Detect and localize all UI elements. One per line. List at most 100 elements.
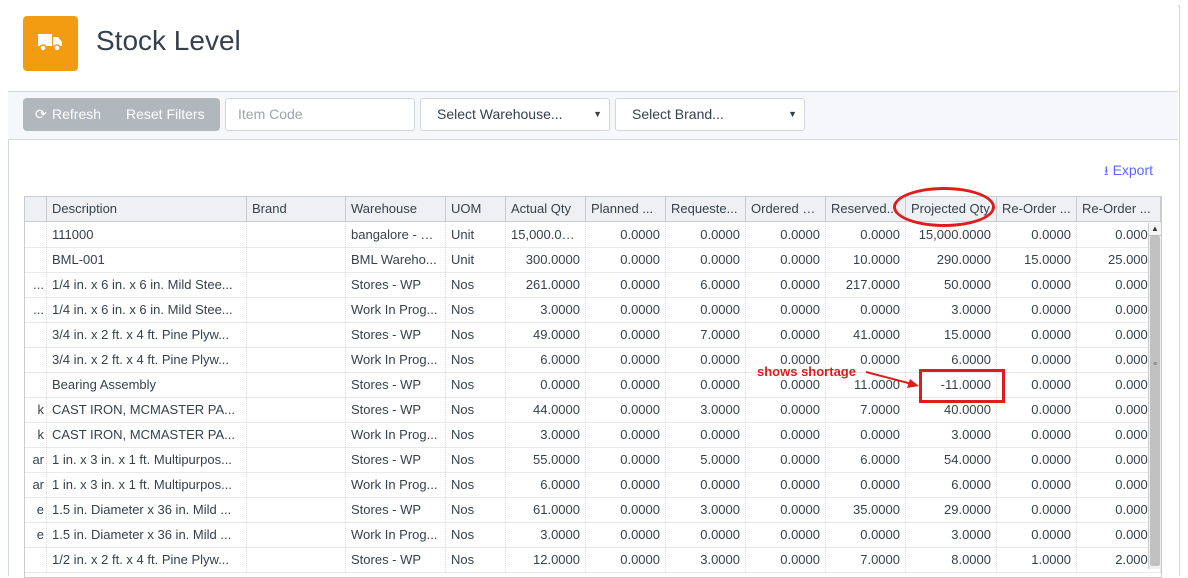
table-cell[interactable]: 7.0000 (826, 547, 906, 572)
table-cell[interactable]: 0.0000 (666, 347, 746, 372)
table-cell[interactable]: 61.0000 (506, 497, 586, 522)
table-cell[interactable]: 6.0000 (826, 447, 906, 472)
column-header[interactable]: Warehouse (346, 197, 446, 221)
table-cell[interactable]: 0.0000 (997, 272, 1077, 297)
table-cell[interactable]: Work In Prog... (346, 522, 446, 547)
table-cell[interactable] (247, 372, 346, 397)
table-cell[interactable]: 3.0000 (506, 297, 586, 322)
table-cell[interactable]: Nos (446, 372, 506, 397)
table-cell[interactable]: 0.0000 (666, 472, 746, 497)
table-cell[interactable]: 0.0000 (997, 447, 1077, 472)
table-cell[interactable]: CAST IRON, MCMASTER PA... (47, 397, 247, 422)
table-cell[interactable]: 5.0000 (666, 447, 746, 472)
table-cell[interactable]: 0.0000 (586, 497, 666, 522)
table-cell[interactable]: 44.0000 (506, 397, 586, 422)
table-row[interactable]: e 1.5 in. Diameter x 36 in. Mild ... Work … (25, 522, 1161, 548)
table-cell[interactable]: Unit (446, 222, 506, 247)
table-cell[interactable]: 0.0000 (826, 522, 906, 547)
table-cell[interactable]: Nos (446, 472, 506, 497)
table-cell[interactable]: 0.0000 (666, 422, 746, 447)
table-row[interactable]: ar 1 in. x 3 in. x 1 ft. Multipurpos... Wo… (25, 472, 1161, 498)
table-cell[interactable]: bangalore - WP (346, 222, 446, 247)
table-cell[interactable]: 6.0000 (506, 472, 586, 497)
table-cell[interactable]: 0.0000 (746, 272, 826, 297)
table-cell[interactable]: 0.0000 (746, 322, 826, 347)
table-cell[interactable]: 0.0000 (746, 397, 826, 422)
table-cell[interactable]: 55.0000 (506, 447, 586, 472)
table-cell[interactable]: 0.0000 (997, 472, 1077, 497)
table-cell[interactable]: 0.0000 (586, 222, 666, 247)
table-cell[interactable]: 7.0000 (826, 397, 906, 422)
table-cell[interactable]: 0.0000 (997, 422, 1077, 447)
table-cell[interactable]: 1.0000 (997, 547, 1077, 572)
table-cell[interactable]: 0.0000 (746, 247, 826, 272)
table-row[interactable]: 3/4 in. x 2 ft. x 4 ft. Pine Plyw... Work… (25, 347, 1161, 373)
table-cell[interactable]: Work In Prog... (346, 297, 446, 322)
table-cell[interactable] (247, 422, 346, 447)
table-cell[interactable]: 0.0000 (666, 222, 746, 247)
column-header[interactable]: Planned ... (586, 197, 666, 221)
table-cell[interactable]: 0.0000 (746, 547, 826, 572)
table-cell[interactable]: Nos (446, 322, 506, 347)
table-cell[interactable]: 3.0000 (506, 422, 586, 447)
table-cell[interactable]: 35.0000 (826, 497, 906, 522)
column-header[interactable]: Description (47, 197, 247, 221)
table-cell[interactable]: Work In Prog... (346, 472, 446, 497)
table-cell[interactable]: Nos (446, 497, 506, 522)
warehouse-select[interactable]: Select Warehouse... ▼ (420, 98, 610, 131)
table-cell[interactable]: 261.0000 (506, 272, 586, 297)
table-cell[interactable]: 6.0000 (906, 472, 997, 497)
table-cell[interactable]: Nos (446, 447, 506, 472)
table-cell[interactable]: 29.0000 (906, 497, 997, 522)
table-cell[interactable]: Nos (446, 522, 506, 547)
table-cell[interactable]: 15.0000 (906, 322, 997, 347)
table-row[interactable]: e 1.5 in. Diameter x 36 in. Mild ... Store… (25, 497, 1161, 523)
table-cell[interactable]: 15.0000 (997, 247, 1077, 272)
table-cell[interactable]: 290.0000 (906, 247, 997, 272)
table-cell[interactable]: 3/4 in. x 2 ft. x 4 ft. Pine Plyw... (47, 347, 247, 372)
table-cell[interactable]: 0.0000 (997, 297, 1077, 322)
table-cell[interactable]: 0.0000 (997, 222, 1077, 247)
table-cell[interactable]: 0.0000 (586, 397, 666, 422)
table-row[interactable]: 111000 bangalore - WP Unit 15,000.0000 0.000… (25, 222, 1161, 248)
table-cell[interactable]: Bearing Assembly (47, 372, 247, 397)
table-row[interactable]: 3/4 in. x 2 ft. x 4 ft. Pine Plyw... Stor… (25, 322, 1161, 348)
table-cell[interactable]: 1.5 in. Diameter x 36 in. Mild ... (47, 522, 247, 547)
table-cell[interactable]: 0.0000 (826, 472, 906, 497)
table-cell[interactable]: Nos (446, 547, 506, 572)
table-cell[interactable] (247, 272, 346, 297)
table-cell[interactable] (247, 522, 346, 547)
table-cell[interactable]: Stores - WP (346, 497, 446, 522)
table-cell[interactable]: 6.0000 (506, 347, 586, 372)
grid-scrollbar[interactable]: ▲ ≡ (1148, 223, 1161, 569)
table-cell[interactable] (247, 347, 346, 372)
table-cell[interactable]: 0.0000 (586, 422, 666, 447)
table-cell[interactable] (247, 247, 346, 272)
item-code-input[interactable] (226, 99, 408, 128)
table-cell[interactable]: Stores - WP (346, 372, 446, 397)
table-row[interactable]: ... 1/4 in. x 6 in. x 6 in. Mild Stee... W… (25, 297, 1161, 323)
table-cell[interactable]: 10.0000 (826, 247, 906, 272)
table-cell[interactable]: 3.0000 (906, 522, 997, 547)
table-cell[interactable]: 6.0000 (666, 272, 746, 297)
table-cell[interactable]: 3.0000 (906, 297, 997, 322)
table-cell[interactable]: 0.0000 (746, 522, 826, 547)
table-cell[interactable]: Stores - WP (346, 272, 446, 297)
table-cell[interactable]: 0.0000 (586, 297, 666, 322)
table-cell[interactable]: Nos (446, 397, 506, 422)
table-cell[interactable]: 0.0000 (666, 297, 746, 322)
column-header[interactable]: Projected Qty (906, 197, 997, 221)
table-cell[interactable]: Work In Prog... (346, 347, 446, 372)
export-link[interactable]: ⭳ Export (1104, 162, 1153, 184)
table-cell[interactable]: 0.0000 (826, 422, 906, 447)
table-cell[interactable]: 217.0000 (826, 272, 906, 297)
table-cell[interactable]: 0.0000 (506, 372, 586, 397)
table-cell[interactable]: Stores - WP (346, 397, 446, 422)
table-cell[interactable]: 1/4 in. x 6 in. x 6 in. Mild Stee... (47, 272, 247, 297)
table-cell[interactable]: CAST IRON, MCMASTER PA... (47, 422, 247, 447)
table-cell[interactable]: 3.0000 (906, 422, 997, 447)
table-cell[interactable]: Nos (446, 272, 506, 297)
table-cell[interactable]: 300.0000 (506, 247, 586, 272)
table-cell[interactable]: 54.0000 (906, 447, 997, 472)
table-cell[interactable]: 0.0000 (586, 322, 666, 347)
